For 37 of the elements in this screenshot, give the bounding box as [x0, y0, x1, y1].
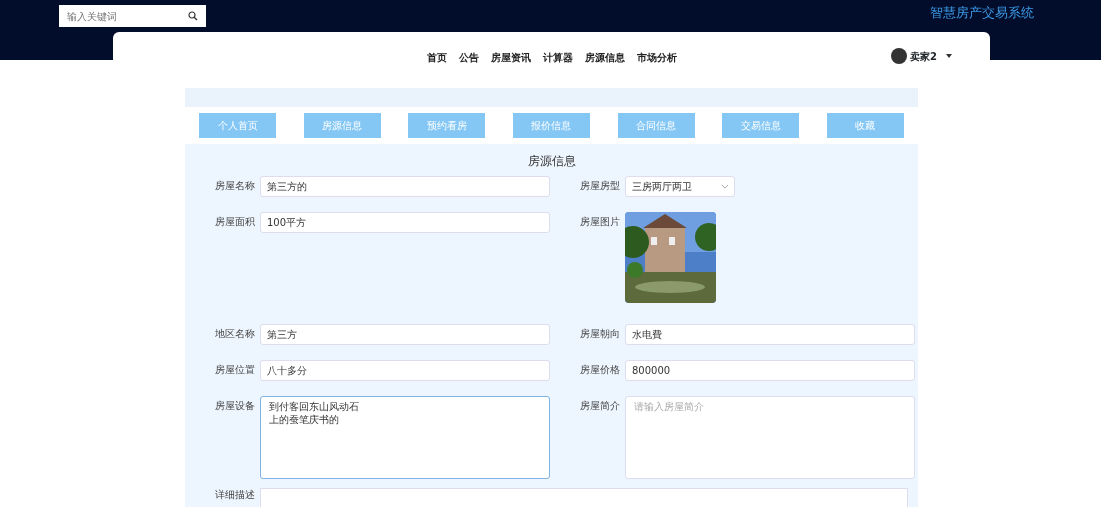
placeholder-text: 请输入房屋简介 [634, 400, 705, 413]
chevron-icon [722, 184, 728, 189]
nav-link-item[interactable]: 公告 [458, 49, 479, 65]
field-label: 房屋简介 [579, 399, 621, 413]
search-icon[interactable] [188, 11, 198, 21]
field-label: 地区名称 [214, 327, 256, 341]
input-field[interactable]: 800000 [625, 360, 915, 381]
user-name[interactable]: 卖家2 [910, 48, 937, 64]
avatar[interactable] [891, 48, 908, 64]
select-field[interactable]: 三房两厅两卫 [625, 176, 735, 197]
field-label: 房屋名称 [214, 179, 256, 193]
nav-link-item[interactable]: 计算器 [542, 49, 573, 65]
caret-icon[interactable] [946, 54, 952, 58]
input-field[interactable]: 水电費 [625, 324, 915, 345]
field-label: 房屋图片 [579, 215, 621, 229]
nav-link-item[interactable]: 房源信息 [584, 49, 625, 65]
text-line: 到付客回东山风动石 [269, 400, 360, 413]
input-field[interactable]: 第三方 [260, 324, 550, 345]
nav-link-item[interactable]: 首页 [426, 49, 447, 65]
text-area[interactable]: 到付客回东山风动石 上的蚕笔庆书的 [260, 396, 550, 479]
form-title: 房源信息 [526, 153, 577, 169]
site-title: 智慧房产交易系统 [930, 4, 1034, 22]
field-label: 房屋位置 [214, 363, 256, 377]
nav-link-item[interactable]: 房屋资讯 [490, 49, 531, 65]
text-line: 上的蚕笔庆书的 [269, 413, 340, 426]
nav-link-item[interactable]: 市场分析 [636, 49, 677, 65]
input-field[interactable]: 第三方的 [260, 176, 550, 197]
field-label: 详细描述 [214, 488, 256, 502]
search-input[interactable]: 输入关键词 [67, 8, 177, 24]
field-label: 房屋设备 [214, 399, 256, 413]
search-field[interactable]: 输入关键词 [59, 5, 206, 27]
field-label: 房屋面积 [214, 215, 256, 229]
input-field[interactable]: 100平方 [260, 212, 550, 233]
field-label: 房屋朝向 [579, 327, 621, 341]
input-field[interactable]: 八十多分 [260, 360, 550, 381]
field-label: 房屋房型 [579, 179, 621, 193]
field-label: 房屋价格 [579, 363, 621, 377]
